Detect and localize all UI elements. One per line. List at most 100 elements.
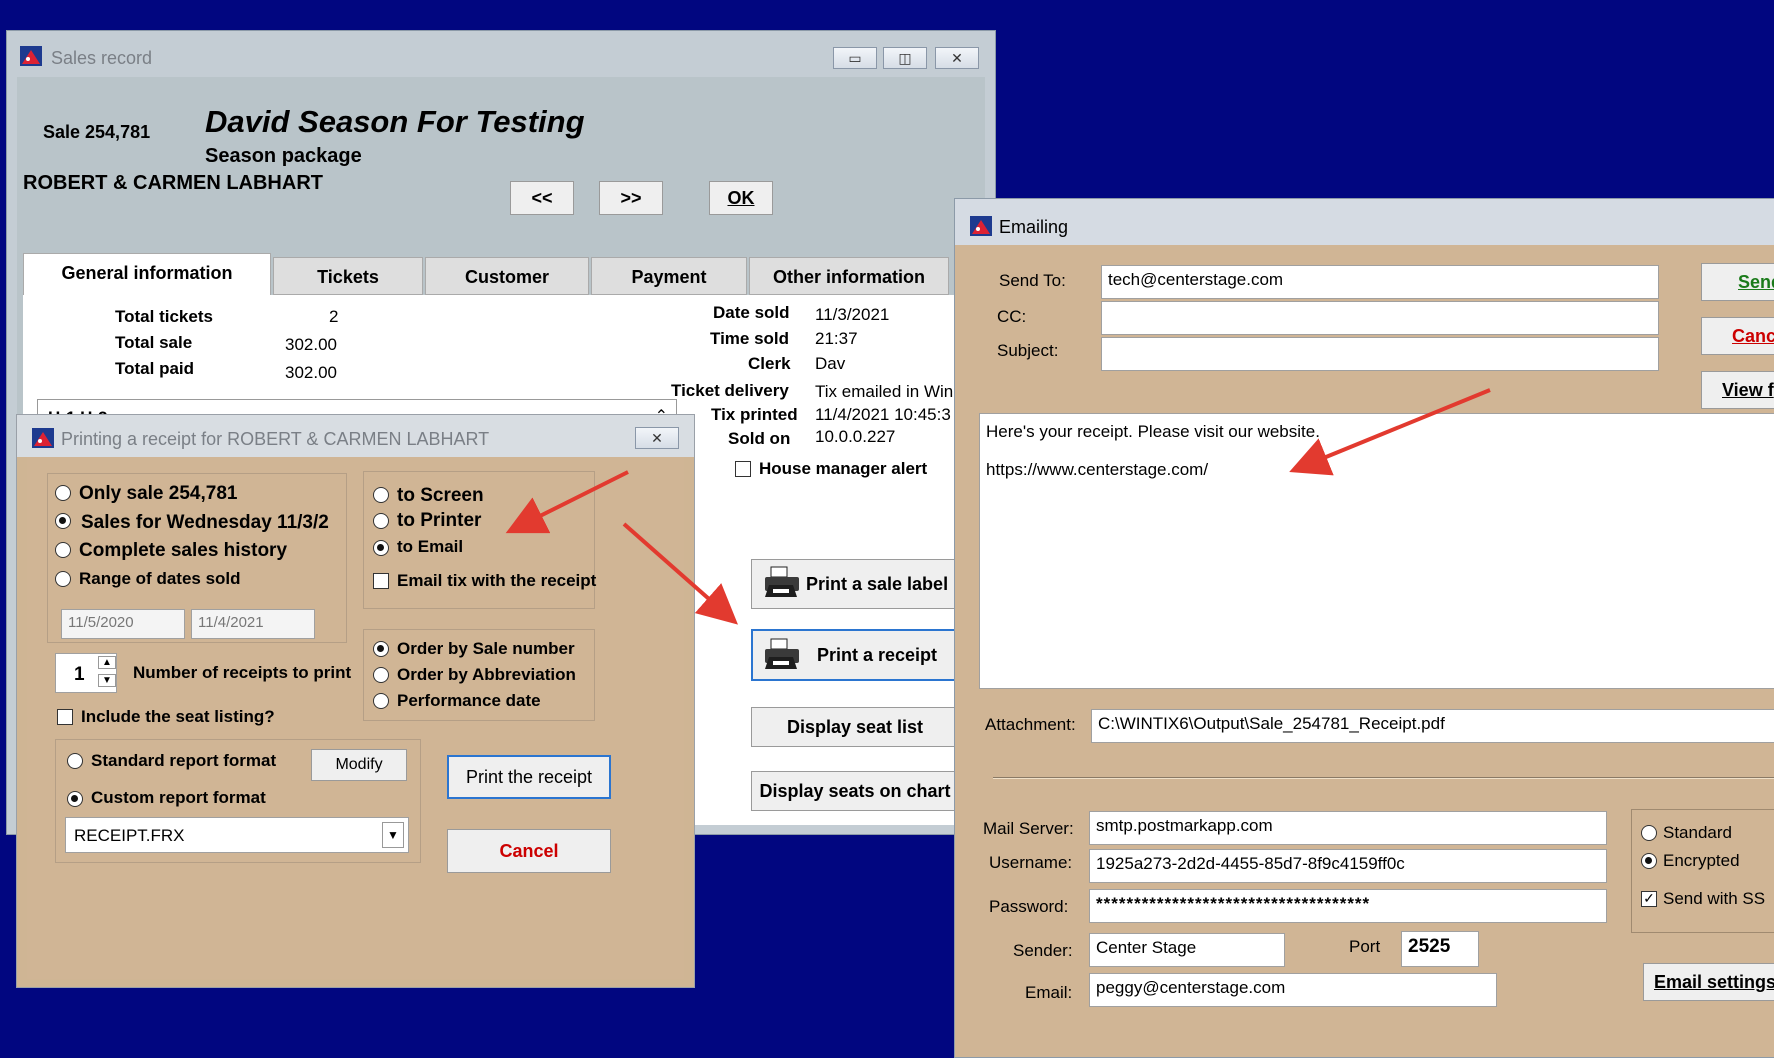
include-seat-checkbox[interactable] <box>57 709 73 725</box>
separator-line <box>993 777 1774 779</box>
total-tickets-label: Total tickets <box>115 307 213 326</box>
cancel-print-button[interactable]: Cancel <box>447 829 611 873</box>
printer-icon <box>765 566 799 597</box>
email-tix-label: Email tix with the receipt <box>397 571 597 590</box>
house-manager-alert-checkbox[interactable] <box>735 461 751 477</box>
order-performance-radio[interactable] <box>373 693 389 709</box>
to-screen-radio[interactable] <box>373 487 389 503</box>
attachment-input[interactable]: C:\WINTIX6\Output\Sale_254781_Receipt.pd… <box>1091 709 1774 743</box>
only-sale-radio[interactable] <box>55 485 71 501</box>
app-icon <box>970 216 992 236</box>
report-file-select[interactable]: RECEIPT.FRX ▼ <box>65 817 409 853</box>
maximize-button[interactable]: ◫ <box>883 47 927 69</box>
total-sale-value: 302.00 <box>285 335 337 354</box>
custom-format-label: Custom report format <box>91 788 266 807</box>
tab-tickets[interactable]: Tickets <box>273 257 423 295</box>
print-dialog-titlebar[interactable]: Printing a receipt for ROBERT & CARMEN L… <box>17 415 694 457</box>
subject-input[interactable] <box>1101 337 1659 371</box>
receipt-count-value: 1 <box>74 664 85 685</box>
view-file-button[interactable]: View f <box>1701 371 1774 409</box>
mail-server-input[interactable]: smtp.postmarkapp.com <box>1089 811 1607 845</box>
attachment-label: Attachment: <box>985 715 1076 734</box>
email-tix-checkbox[interactable] <box>373 573 389 589</box>
email-settings-button[interactable]: Email settings <box>1643 963 1774 1001</box>
print-the-receipt-button[interactable]: Print the receipt <box>447 755 611 799</box>
close-button[interactable]: ✕ <box>635 427 679 449</box>
chevron-down-icon[interactable]: ▼ <box>382 822 404 848</box>
tix-printed-label: Tix printed <box>711 405 798 424</box>
order-sale-label: Order by Sale number <box>397 639 575 658</box>
emailing-titlebar[interactable]: Emailing <box>955 199 1774 245</box>
to-printer-radio[interactable] <box>373 513 389 529</box>
username-input[interactable]: 1925a273-2d2d-4455-85d7-8f9c4159ff0c <box>1089 849 1607 883</box>
sender-email-input[interactable]: peggy@centerstage.com <box>1089 973 1497 1007</box>
order-performance-label: Performance date <box>397 691 541 710</box>
include-seat-label: Include the seat listing? <box>81 707 275 726</box>
total-paid-label: Total paid <box>115 359 195 378</box>
print-receipt-dialog: Printing a receipt for ROBERT & CARMEN L… <box>16 414 695 988</box>
date-from-input[interactable]: 11/5/2020 <box>61 609 185 639</box>
standard-security-radio[interactable] <box>1641 825 1657 841</box>
send-to-label: Send To: <box>999 271 1066 290</box>
encrypted-security-radio[interactable] <box>1641 853 1657 869</box>
send-button[interactable]: Send <box>1701 263 1774 301</box>
tab-general-information[interactable]: General information <box>23 253 271 297</box>
stepper-up-icon[interactable]: ▲ <box>98 656 116 669</box>
event-title: David Season For Testing <box>205 104 585 139</box>
minimize-button[interactable]: ▭ <box>833 47 877 69</box>
custom-format-radio[interactable] <box>67 791 83 807</box>
encrypted-security-label: Encrypted <box>1663 851 1740 870</box>
next-record-button[interactable]: >> <box>599 181 663 215</box>
mail-server-label: Mail Server: <box>983 819 1074 838</box>
only-sale-label: Only sale 254,781 <box>79 483 238 504</box>
complete-history-radio[interactable] <box>55 542 71 558</box>
send-to-input[interactable]: tech@centerstage.com <box>1101 265 1659 299</box>
order-sale-radio[interactable] <box>373 641 389 657</box>
ok-button[interactable]: OK <box>709 181 773 215</box>
receipt-count-stepper[interactable]: 1 ▲ ▼ <box>55 653 117 693</box>
date-sold-value: 11/3/2021 <box>815 305 890 324</box>
port-label: Port <box>1349 937 1381 956</box>
sales-wednesday-radio[interactable] <box>55 513 71 529</box>
sales-record-titlebar[interactable]: Sales record ▭ ◫ ✕ <box>7 31 995 71</box>
body-line-2: https://www.centerstage.com/ <box>986 460 1209 479</box>
email-body-textarea[interactable]: Here's your receipt. Please visit our we… <box>979 413 1774 689</box>
tab-payment[interactable]: Payment <box>591 257 747 295</box>
sales-wednesday-label: Sales for Wednesday 11/3/2 <box>81 512 329 533</box>
order-abbreviation-radio[interactable] <box>373 667 389 683</box>
display-seat-list-button[interactable]: Display seat list <box>751 707 959 747</box>
tab-customer[interactable]: Customer <box>425 257 589 295</box>
cancel-email-button[interactable]: Cancel <box>1701 317 1774 355</box>
tab-other-information[interactable]: Other information <box>749 257 949 295</box>
sender-email-label: Email: <box>1025 983 1073 1002</box>
total-tickets-value: 2 <box>329 307 339 326</box>
modify-button[interactable]: Modify <box>311 749 407 781</box>
sold-on-value: 10.0.0.227 <box>815 427 896 446</box>
date-range-radio[interactable] <box>55 571 71 587</box>
display-seats-on-chart-button[interactable]: Display seats on chart <box>751 771 959 811</box>
send-ssl-checkbox[interactable]: ✓ <box>1641 891 1657 907</box>
time-sold-label: Time sold <box>710 329 790 348</box>
ticket-delivery-value: Tix emailed in Win <box>815 382 954 401</box>
prev-record-button[interactable]: << <box>510 181 574 215</box>
clerk-label: Clerk <box>748 354 791 373</box>
stepper-down-icon[interactable]: ▼ <box>98 674 116 687</box>
to-email-label: to Email <box>397 537 464 556</box>
to-screen-label: to Screen <box>397 485 484 506</box>
total-paid-value: 302.00 <box>285 363 337 382</box>
standard-security-label: Standard <box>1663 823 1732 842</box>
username-label: Username: <box>989 853 1073 872</box>
port-input[interactable]: 2525 <box>1401 931 1479 967</box>
close-button[interactable]: ✕ <box>935 47 979 69</box>
date-to-input[interactable]: 11/4/2021 <box>191 609 315 639</box>
sender-label: Sender: <box>1013 941 1073 960</box>
standard-format-radio[interactable] <box>67 753 83 769</box>
cc-input[interactable] <box>1101 301 1659 335</box>
dialog-title: Printing a receipt for ROBERT & CARMEN L… <box>61 429 490 449</box>
password-input[interactable]: ************************************ <box>1089 889 1607 923</box>
printer-icon <box>765 638 799 669</box>
to-email-radio[interactable] <box>373 540 389 556</box>
report-file-value: RECEIPT.FRX <box>74 826 185 845</box>
sender-input[interactable]: Center Stage <box>1089 933 1285 967</box>
send-ssl-label: Send with SS <box>1663 889 1766 908</box>
